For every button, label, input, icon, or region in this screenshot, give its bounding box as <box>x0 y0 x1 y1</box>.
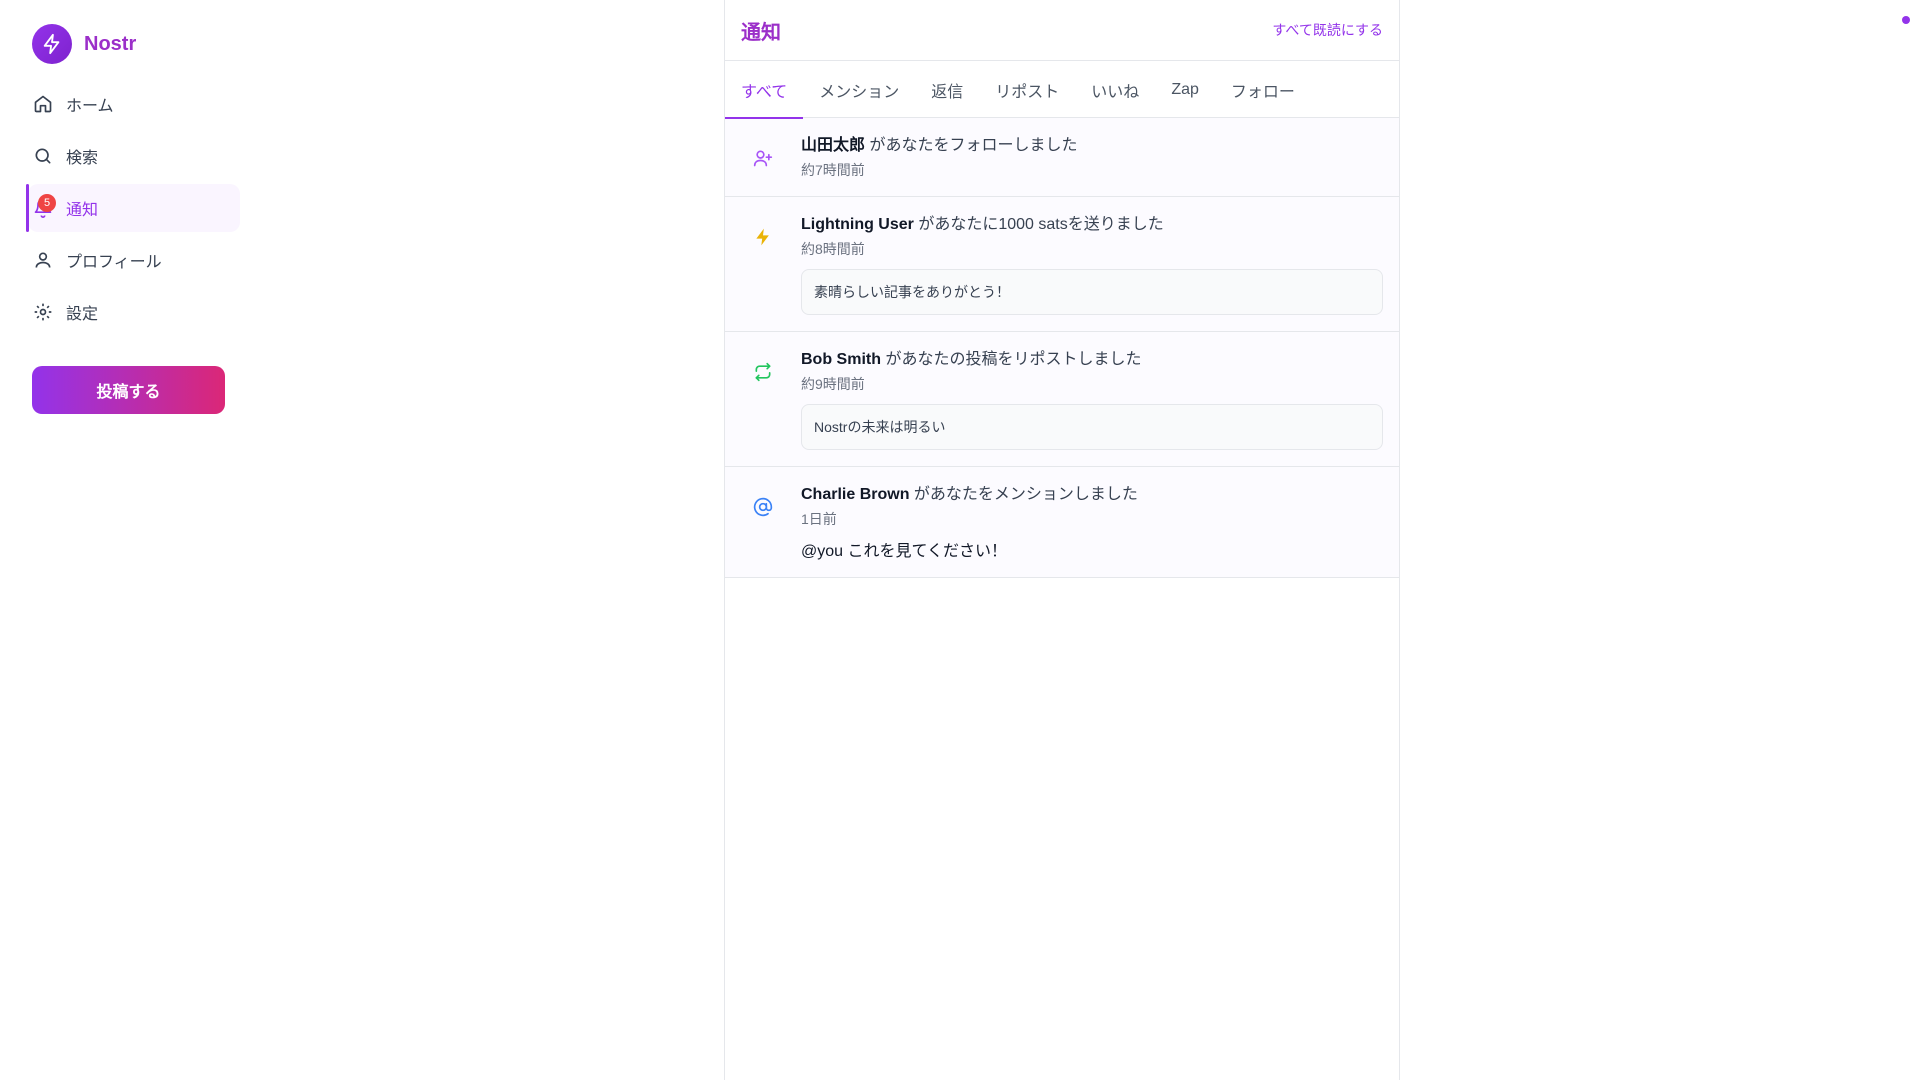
bolt-icon <box>32 24 72 64</box>
sidebar-item-label: プロフィール <box>66 254 162 271</box>
sidebar-nav: ホーム 検索 5 通知 プロフィール 設定 <box>0 80 260 336</box>
search-icon <box>32 145 54 167</box>
tab-mentions[interactable]: メンション <box>803 61 915 118</box>
quoted-note[interactable]: 素晴らしい記事をありがとう！ <box>801 269 1383 315</box>
notification-body: Lightning User があなたに1000 satsを送りました 約8時間… <box>801 213 1383 315</box>
notification-summary: Charlie Brown があなたをメンションしました <box>801 483 1383 507</box>
tab-reposts[interactable]: リポスト <box>979 61 1075 118</box>
brand[interactable]: Nostr <box>32 24 260 64</box>
notification-item[interactable]: Charlie Brown があなたをメンションしました 1日前 @you これ… <box>725 467 1399 578</box>
sidebar-item-search[interactable]: 検索 <box>28 132 240 180</box>
mention-text: @you これを見てください！ <box>801 543 1008 560</box>
notification-count-badge: 5 <box>38 194 56 212</box>
home-icon <box>32 93 54 115</box>
notification-body: 山田太郎 があなたをフォローしました 約7時間前 <box>801 134 1383 180</box>
quoted-note[interactable]: Nostrの未来は明るい <box>801 404 1383 450</box>
post-button[interactable]: 投稿する <box>32 366 225 414</box>
notification-body: Charlie Brown があなたをメンションしました 1日前 @you これ… <box>801 483 1383 561</box>
notification-action: があなたをフォローしました <box>869 137 1078 154</box>
page-title: 通知 <box>741 21 781 44</box>
gear-icon <box>32 301 54 323</box>
mark-all-read-button[interactable]: すべて既読にする <box>1272 20 1383 40</box>
notification-body: Bob Smith があなたの投稿をリポストしました 約9時間前 Nostrの未… <box>801 348 1383 450</box>
notification-summary: Lightning User があなたに1000 satsを送りました <box>801 213 1383 237</box>
sidebar-item-label: 通知 <box>66 202 99 219</box>
notification-item[interactable]: 山田太郎 があなたをフォローしました 約7時間前 <box>725 118 1399 197</box>
notification-time: 約9時間前 <box>801 376 865 392</box>
sidebar-item-label: 検索 <box>66 150 99 167</box>
status-indicator-dot <box>1902 16 1910 24</box>
user-plus-icon <box>725 134 801 180</box>
tab-zaps[interactable]: Zap <box>1155 61 1215 118</box>
actor-name[interactable]: Bob Smith <box>801 351 881 368</box>
sidebar-item-profile[interactable]: プロフィール <box>28 236 240 284</box>
lightning-icon <box>725 213 801 315</box>
tab-all[interactable]: すべて <box>725 61 804 119</box>
notification-time: 1日前 <box>801 511 837 527</box>
sidebar-item-label: 設定 <box>66 306 99 323</box>
notification-time: 約8時間前 <box>801 241 865 257</box>
notification-action: があなたに1000 satsを送りました <box>918 216 1164 233</box>
sidebar-item-notifications[interactable]: 5 通知 <box>26 184 240 232</box>
actor-name[interactable]: Lightning User <box>801 216 914 233</box>
notification-action: があなたをメンションしました <box>913 486 1138 503</box>
notification-time: 約7時間前 <box>801 162 865 178</box>
panel-header: 通知 すべて既読にする <box>725 0 1399 61</box>
notification-item[interactable]: Lightning User があなたに1000 satsを送りました 約8時間… <box>725 197 1399 332</box>
actor-name[interactable]: 山田太郎 <box>801 137 865 154</box>
tab-likes[interactable]: いいね <box>1075 61 1155 118</box>
notification-action: があなたの投稿をリポストしました <box>885 351 1142 368</box>
brand-name: Nostr <box>84 32 137 55</box>
at-icon <box>725 483 801 561</box>
notifications-panel: 通知 すべて既読にする すべて メンション 返信 リポスト いいね Zap フォ… <box>724 0 1400 1080</box>
user-icon <box>32 249 54 271</box>
notification-item[interactable]: Bob Smith があなたの投稿をリポストしました 約9時間前 Nostrの未… <box>725 332 1399 467</box>
notification-summary: 山田太郎 があなたをフォローしました <box>801 134 1383 158</box>
notification-tabs: すべて メンション 返信 リポスト いいね Zap フォロー <box>725 61 1399 119</box>
notification-summary: Bob Smith があなたの投稿をリポストしました <box>801 348 1383 372</box>
sidebar-item-settings[interactable]: 設定 <box>28 288 240 336</box>
sidebar-item-home[interactable]: ホーム <box>28 80 240 128</box>
actor-name[interactable]: Charlie Brown <box>801 486 909 503</box>
repost-icon <box>725 348 801 450</box>
tab-follows[interactable]: フォロー <box>1215 61 1311 118</box>
sidebar: Nostr ホーム 検索 5 通知 プロフィール 設定 投稿する <box>0 0 260 1080</box>
tab-replies[interactable]: 返信 <box>915 61 979 118</box>
sidebar-item-label: ホーム <box>66 98 114 115</box>
